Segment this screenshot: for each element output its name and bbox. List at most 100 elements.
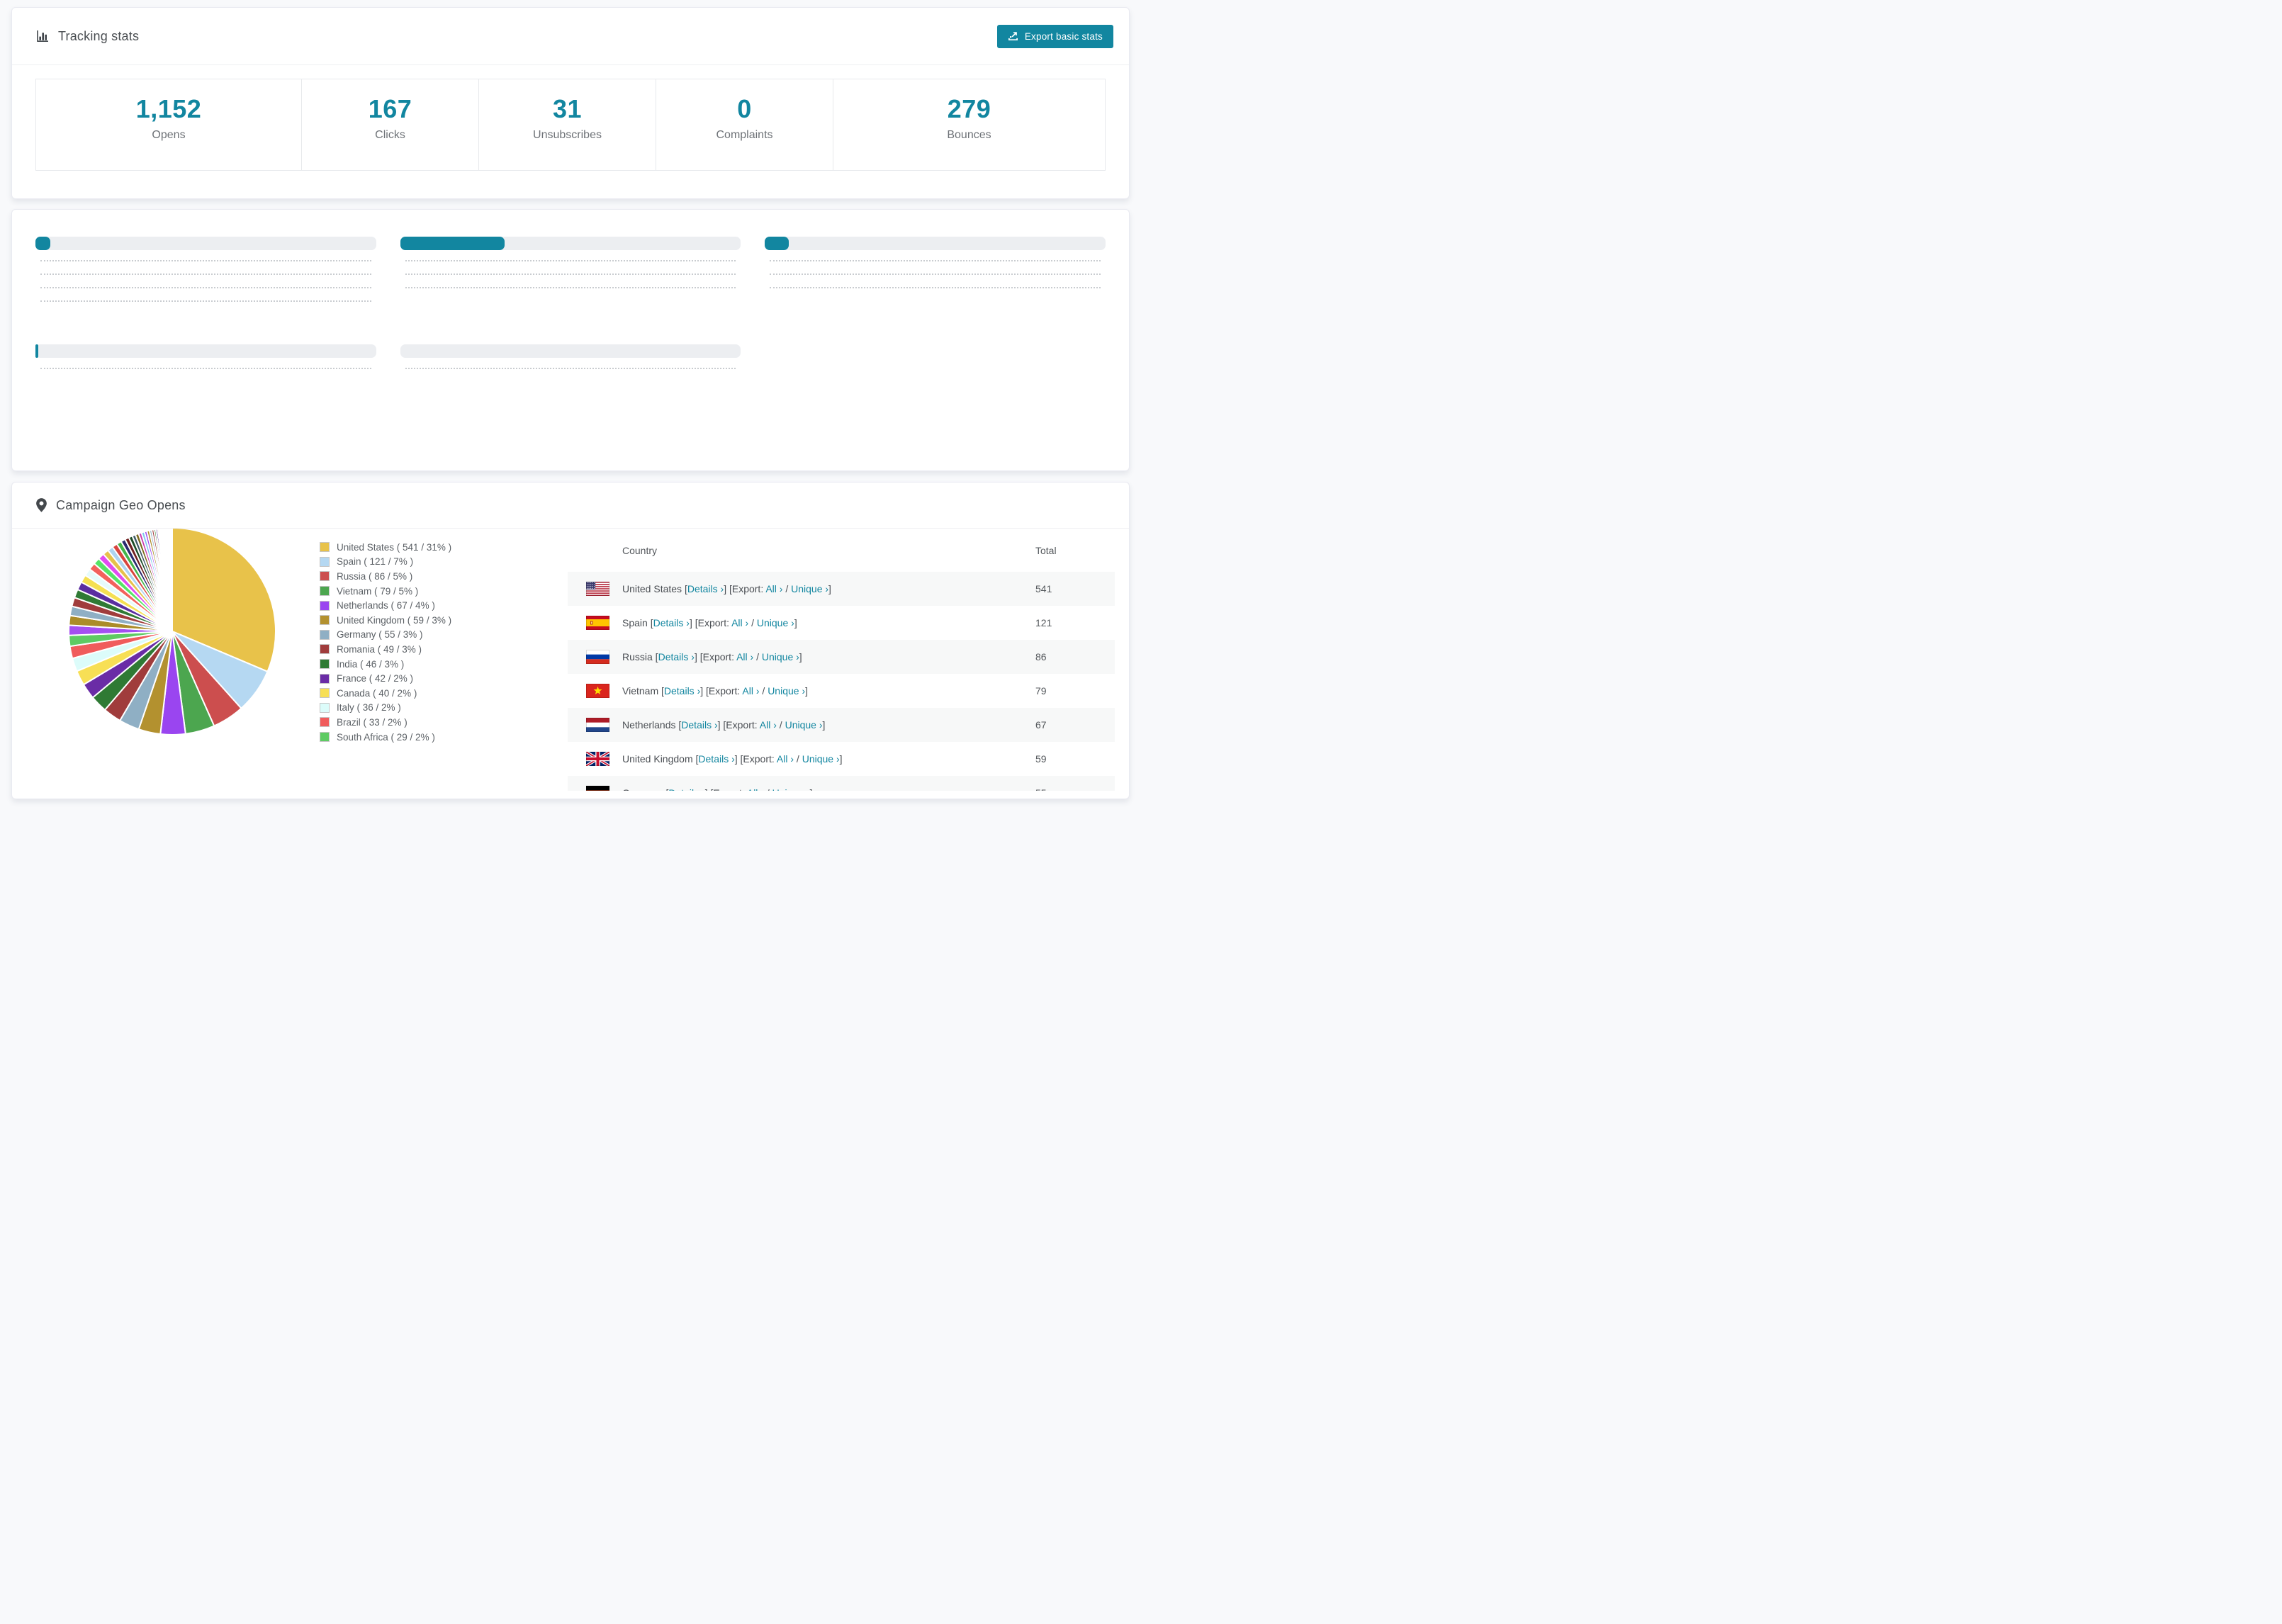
dotted-leader xyxy=(770,260,1101,261)
export-all-link[interactable]: All › xyxy=(777,753,794,765)
metric-row xyxy=(400,274,741,277)
rate-panel-bounce-rate xyxy=(765,227,1106,304)
progress-bar-fill xyxy=(35,237,51,250)
legend-label: United Kingdom ( 59 / 3% ) xyxy=(337,614,452,626)
export-all-link[interactable]: All › xyxy=(742,685,759,697)
country-cell: United Kingdom [Details ›] [Export: All … xyxy=(622,753,843,765)
legend-swatch xyxy=(320,586,330,597)
legend-label: Russia ( 86 / 5% ) xyxy=(337,570,413,582)
details-link[interactable]: Details › xyxy=(668,787,704,791)
export-unique-link[interactable]: Unique › xyxy=(757,617,794,628)
metric-row xyxy=(765,274,1106,277)
flag-es-icon xyxy=(586,616,609,630)
export-all-link[interactable]: All › xyxy=(747,787,764,791)
legend-swatch xyxy=(320,629,330,640)
flag-gb-icon xyxy=(586,752,609,766)
legend-swatch xyxy=(320,542,330,553)
export-unique-link[interactable]: Unique › xyxy=(772,787,810,791)
total-value: 86 xyxy=(1035,651,1047,662)
progress-bar xyxy=(35,237,376,250)
details-link[interactable]: Details › xyxy=(687,583,724,594)
dotted-leader xyxy=(40,300,371,302)
country-cell: Vietnam [Details ›] [Export: All › / Uni… xyxy=(622,685,808,697)
metric-row xyxy=(35,368,376,371)
progress-bar-fill xyxy=(765,237,789,250)
export-basic-stats-button[interactable]: Export basic stats xyxy=(996,24,1113,48)
rate-panel-complaints-rate xyxy=(400,335,741,371)
legend-item-united-states: United States ( 541 / 31% ) xyxy=(320,540,451,555)
rate-panel-clicks-rate xyxy=(35,227,376,304)
legend-label: Italy ( 36 / 2% ) xyxy=(337,702,401,714)
legend-item-vietnam: Vietnam ( 79 / 5% ) xyxy=(320,584,451,599)
progress-bar xyxy=(765,237,1106,250)
stat-value: 279 xyxy=(947,94,991,123)
clipped-table-row: Germany [Details ›] [Export: All › / Uni… xyxy=(568,776,1115,791)
total-value: 55 xyxy=(1035,787,1115,791)
details-link[interactable]: Details › xyxy=(681,719,717,731)
geo-body: United States ( 541 / 31% ) Spain ( 121 … xyxy=(12,529,1129,798)
legend-swatch xyxy=(320,688,330,699)
table-row-us: United States [Details ›] [Export: All ›… xyxy=(568,572,1115,606)
dotted-leader xyxy=(40,368,371,369)
legend-label: Netherlands ( 67 / 4% ) xyxy=(337,600,435,611)
legend-swatch xyxy=(320,556,330,567)
total-value: 541 xyxy=(1035,583,1052,594)
stat-label: Complaints xyxy=(716,129,773,141)
bar-chart-icon xyxy=(35,29,50,43)
legend-item-romania: Romania ( 49 / 3% ) xyxy=(320,642,451,657)
stat-label: Unsubscribes xyxy=(533,129,602,141)
campaign-geo-opens-header: Campaign Geo Opens xyxy=(12,483,1129,529)
dotted-leader xyxy=(405,368,736,369)
summary-stats-row: 1,152 Opens 167 Clicks 31 Unsubscribes 0 Co… xyxy=(35,79,1106,171)
details-link[interactable]: Details › xyxy=(658,651,695,662)
legend-swatch xyxy=(320,571,330,582)
table-row-vn: Vietnam [Details ›] [Export: All › / Uni… xyxy=(568,674,1115,708)
summary-stat-unsubscribes: 31 Unsubscribes xyxy=(478,79,656,170)
stat-value: 0 xyxy=(737,94,752,123)
column-header-total: Total xyxy=(1035,544,1057,556)
progress-bar xyxy=(400,344,741,358)
export-all-link[interactable]: All › xyxy=(765,583,782,594)
legend-item-russia: Russia ( 86 / 5% ) xyxy=(320,569,451,584)
legend-label: South Africa ( 29 / 2% ) xyxy=(337,731,435,743)
geo-table: Country Total United States [Details ›] … xyxy=(568,529,1115,791)
progress-bar-fill xyxy=(400,237,505,250)
details-link[interactable]: Details › xyxy=(698,753,734,765)
export-unique-link[interactable]: Unique › xyxy=(768,685,805,697)
flag-us-icon xyxy=(586,582,609,596)
stat-value: 1,152 xyxy=(135,94,202,123)
dotted-leader xyxy=(770,287,1101,288)
export-all-link[interactable]: All › xyxy=(736,651,753,662)
stat-value: 167 xyxy=(368,94,412,123)
export-unique-link[interactable]: Unique › xyxy=(785,719,823,731)
country-cell: Germany [Details ›] [Export: All › / Uni… xyxy=(622,787,1035,791)
table-row-nl: Netherlands [Details ›] [Export: All › /… xyxy=(568,708,1115,742)
flag-vn-icon xyxy=(586,684,609,698)
geo-section-title: Campaign Geo Opens xyxy=(56,497,186,512)
export-unique-link[interactable]: Unique › xyxy=(762,651,799,662)
stat-value: 31 xyxy=(552,94,583,123)
export-unique-link[interactable]: Unique › xyxy=(791,583,828,594)
details-link[interactable]: Details › xyxy=(664,685,700,697)
summary-stat-bounces: 279 Bounces xyxy=(833,79,1105,170)
export-all-link[interactable]: All › xyxy=(731,617,748,628)
stat-label: Opens xyxy=(152,129,186,141)
country-cell: Spain [Details ›] [Export: All › / Uniqu… xyxy=(622,617,797,628)
stat-label: Clicks xyxy=(375,129,405,141)
export-unique-link[interactable]: Unique › xyxy=(802,753,840,765)
campaign-geo-opens-card: Campaign Geo Opens United States ( 541 /… xyxy=(11,482,1130,799)
table-row-de: Germany [Details ›] [Export: All › / Uni… xyxy=(568,776,1115,791)
legend-swatch xyxy=(320,615,330,626)
country-cell: United States [Details ›] [Export: All ›… xyxy=(622,583,831,594)
metric-row xyxy=(765,260,1106,264)
metric-row xyxy=(35,260,376,264)
flag-ru-icon xyxy=(586,650,609,664)
geo-table-header: Country Total xyxy=(568,529,1115,572)
progress-bar xyxy=(35,344,376,358)
export-all-link[interactable]: All › xyxy=(760,719,777,731)
total-value: 121 xyxy=(1035,617,1052,628)
dotted-leader xyxy=(405,274,736,275)
total-value: 59 xyxy=(1035,753,1047,765)
legend-swatch xyxy=(320,644,330,655)
details-link[interactable]: Details › xyxy=(653,617,690,628)
